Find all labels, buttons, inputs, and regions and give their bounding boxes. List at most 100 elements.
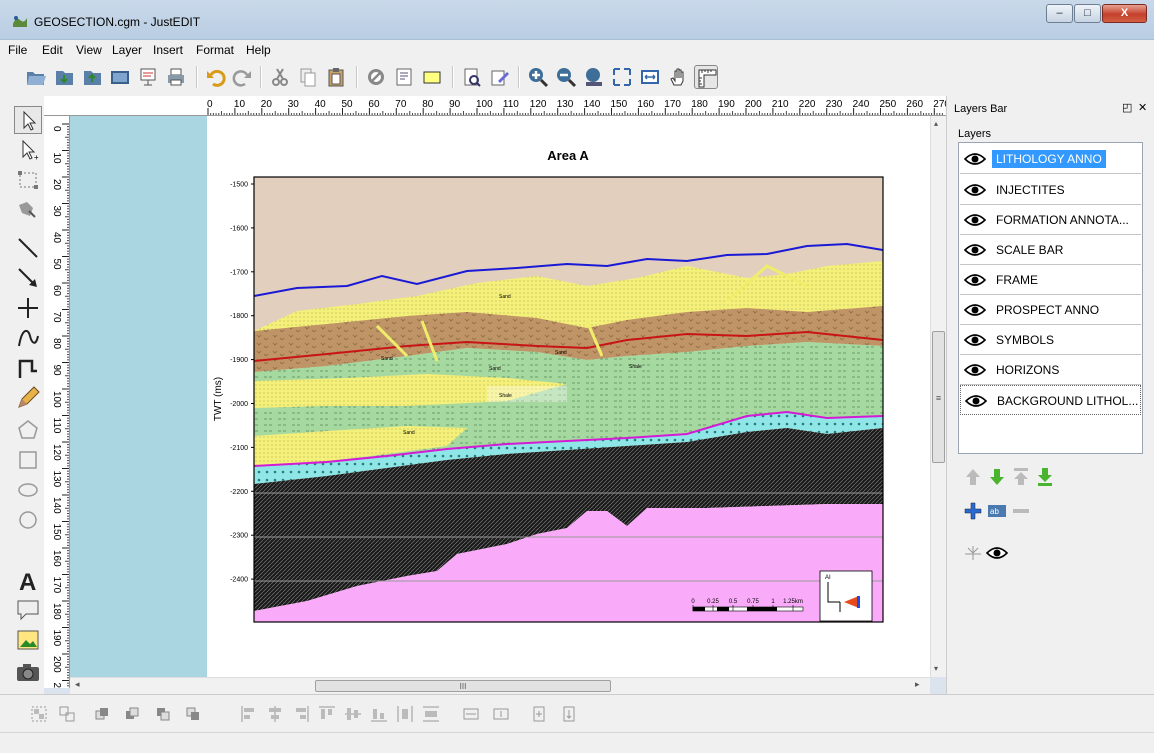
bring-forward-icon[interactable] xyxy=(124,705,142,723)
align-top-icon[interactable] xyxy=(318,705,336,723)
same-height-icon[interactable] xyxy=(492,705,510,723)
undo-icon[interactable] xyxy=(204,65,228,89)
ungroup-icon[interactable] xyxy=(58,705,76,723)
transform-icon[interactable] xyxy=(14,196,42,224)
menu-insert[interactable]: Insert xyxy=(153,43,183,57)
menu-layer[interactable]: Layer xyxy=(112,43,142,57)
move-bottom-icon[interactable] xyxy=(1034,466,1056,488)
scroll-right-button[interactable]: ▸ xyxy=(915,679,920,690)
close-button[interactable]: X xyxy=(1102,4,1147,23)
node-select-icon[interactable]: + xyxy=(14,136,42,164)
properties-icon[interactable] xyxy=(392,65,416,89)
text-icon[interactable]: A xyxy=(14,566,42,596)
curve-icon[interactable] xyxy=(14,324,42,352)
bring-front-icon[interactable] xyxy=(94,705,112,723)
eye-icon[interactable] xyxy=(964,152,986,166)
zoom-in-icon[interactable] xyxy=(526,65,550,89)
circle-icon[interactable] xyxy=(14,506,42,534)
paste-icon[interactable] xyxy=(324,65,348,89)
export-icon[interactable] xyxy=(80,65,104,89)
add-layer-icon[interactable] xyxy=(962,500,984,522)
eye-icon[interactable] xyxy=(964,273,986,287)
line-icon[interactable] xyxy=(14,234,42,262)
menu-help[interactable]: Help xyxy=(246,43,271,57)
group-icon[interactable] xyxy=(30,705,48,723)
drawing-canvas[interactable]: Area A TWT (ms) -1500 -1600 -1700 -1800 … xyxy=(70,116,930,677)
zoom-fit-icon[interactable] xyxy=(582,65,606,89)
rectangle-select-icon[interactable] xyxy=(420,65,444,89)
layer-row[interactable]: PROSPECT ANNO xyxy=(960,295,1141,325)
cut-icon[interactable] xyxy=(268,65,292,89)
import-icon[interactable] xyxy=(52,65,76,89)
eye-icon[interactable] xyxy=(964,213,986,227)
move-down-icon[interactable] xyxy=(986,466,1008,488)
distribute-horizontal-icon[interactable] xyxy=(396,705,414,723)
layer-row[interactable]: FRAME xyxy=(960,265,1141,295)
align-center-icon[interactable] xyxy=(266,705,284,723)
horizontal-scroll-thumb[interactable]: III xyxy=(315,680,611,692)
pencil-icon[interactable] xyxy=(14,384,42,412)
same-size-icon[interactable] xyxy=(530,705,548,723)
eye-icon[interactable] xyxy=(965,394,987,408)
align-middle-icon[interactable] xyxy=(344,705,362,723)
polygon-icon[interactable] xyxy=(14,416,42,444)
layer-row[interactable]: SYMBOLS xyxy=(960,325,1141,355)
eye-icon[interactable] xyxy=(964,363,986,377)
zoom-extent-icon[interactable] xyxy=(610,65,634,89)
camera-icon[interactable] xyxy=(14,658,42,686)
open-icon[interactable] xyxy=(24,65,48,89)
scroll-left-button[interactable]: ◂ xyxy=(75,679,80,690)
align-bottom-icon[interactable] xyxy=(370,705,388,723)
scroll-down-button[interactable]: ▾ xyxy=(934,664,938,673)
same-width-icon[interactable] xyxy=(462,705,480,723)
layer-row[interactable]: BACKGROUND LITHOL... xyxy=(960,385,1141,415)
ellipse-icon[interactable] xyxy=(14,476,42,504)
fit-width-icon[interactable] xyxy=(638,65,662,89)
layer-row[interactable]: SCALE BAR xyxy=(960,235,1141,265)
horizontal-scrollbar[interactable]: ◂ III ▸ xyxy=(70,677,930,694)
move-top-icon[interactable] xyxy=(1010,466,1032,488)
maximize-button[interactable]: □ xyxy=(1074,4,1101,23)
geosection-figure[interactable]: Area A TWT (ms) -1500-1600-1700-1800-190… xyxy=(207,116,930,677)
print-icon[interactable] xyxy=(164,65,188,89)
pan-hand-icon[interactable] xyxy=(666,65,690,89)
menu-format[interactable]: Format xyxy=(196,43,234,57)
picture-icon[interactable] xyxy=(14,626,42,654)
float-panel-icon[interactable]: ◰ xyxy=(1122,101,1132,114)
stop-icon[interactable] xyxy=(364,65,388,89)
visibility-icon[interactable] xyxy=(985,542,1009,564)
square-icon[interactable] xyxy=(14,446,42,474)
presentation-icon[interactable] xyxy=(136,65,160,89)
print-preview-icon[interactable] xyxy=(460,65,484,89)
vertical-scroll-thumb[interactable]: ≡ xyxy=(932,331,945,463)
bounding-box-icon[interactable] xyxy=(14,166,42,194)
eye-icon[interactable] xyxy=(964,333,986,347)
eye-icon[interactable] xyxy=(964,243,986,257)
minimize-button[interactable]: – xyxy=(1046,4,1073,23)
menu-edit[interactable]: Edit xyxy=(42,43,63,57)
close-panel-icon[interactable]: ✕ xyxy=(1138,101,1147,114)
send-backward-icon[interactable] xyxy=(154,705,172,723)
send-back-icon[interactable] xyxy=(184,705,202,723)
align-right-icon[interactable] xyxy=(292,705,310,723)
distribute-vertical-icon[interactable] xyxy=(422,705,440,723)
rename-layer-icon[interactable]: ab xyxy=(986,500,1008,522)
remove-layer-icon[interactable] xyxy=(1010,500,1032,522)
copy-icon[interactable] xyxy=(296,65,320,89)
image-icon[interactable] xyxy=(108,65,132,89)
move-to-layer-icon[interactable] xyxy=(962,542,984,564)
menu-view[interactable]: View xyxy=(76,43,102,57)
eye-icon[interactable] xyxy=(964,183,986,197)
step-line-icon[interactable] xyxy=(14,354,42,382)
redo-icon[interactable] xyxy=(230,65,254,89)
layer-row[interactable]: FORMATION ANNOTA... xyxy=(960,205,1141,235)
layer-row[interactable]: HORIZONS xyxy=(960,355,1141,385)
callout-icon[interactable] xyxy=(14,596,42,624)
menu-file[interactable]: File xyxy=(8,43,27,57)
vertical-scrollbar[interactable]: ▴ ≡ ▾ xyxy=(930,116,946,677)
cross-icon[interactable] xyxy=(14,294,42,322)
scroll-up-button[interactable]: ▴ xyxy=(934,119,938,128)
layer-row[interactable]: INJECTITES xyxy=(960,175,1141,205)
edit-icon[interactable] xyxy=(488,65,512,89)
drawing-page[interactable]: Area A TWT (ms) -1500 -1600 -1700 -1800 … xyxy=(207,116,930,677)
